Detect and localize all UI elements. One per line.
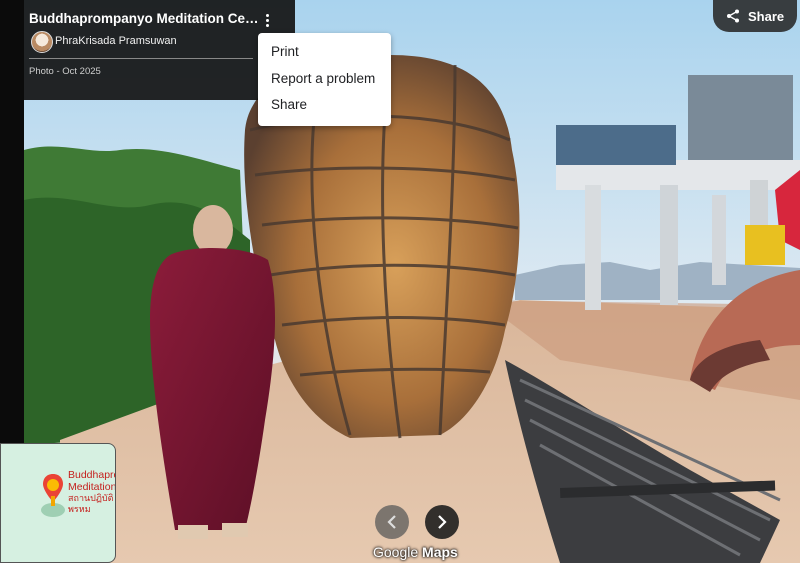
watermark-maps: Maps <box>422 544 458 560</box>
options-menu: Print Report a problem Share <box>258 33 391 126</box>
share-button[interactable]: Share <box>713 0 797 32</box>
map-pin-icon <box>41 474 65 517</box>
chevron-right-icon <box>438 515 447 529</box>
menu-item-share[interactable]: Share <box>271 97 307 112</box>
share-button-label: Share <box>748 9 785 24</box>
watermark-google: Google <box>373 544 419 560</box>
map-place-label-thai: สถานปฏิบัติ พรหมปัญโญ <box>68 493 114 514</box>
next-photo-button[interactable] <box>425 505 459 539</box>
author-name[interactable]: PhraKrisada Pramsuwan <box>55 35 177 47</box>
more-options-icon[interactable] <box>260 12 274 32</box>
map-place-label: Buddhaprompanyo Meditation <box>68 469 116 493</box>
place-title[interactable]: Buddhaprompanyo Meditation Center <box>29 11 259 26</box>
google-maps-watermark: Google Maps <box>373 544 458 560</box>
photo-date: Photo - Oct 2025 <box>29 66 101 77</box>
avatar[interactable] <box>31 31 53 53</box>
share-icon <box>727 9 739 23</box>
menu-item-print[interactable]: Print <box>271 44 299 59</box>
previous-photo-button[interactable] <box>375 505 409 539</box>
divider <box>29 58 253 59</box>
minimap[interactable]: Buddhaprompanyo Meditation สถานปฏิบัติ พ… <box>0 443 116 563</box>
photo-info-card: Buddhaprompanyo Meditation Center PhraKr… <box>24 0 295 100</box>
menu-item-report-problem[interactable]: Report a problem <box>271 71 375 86</box>
chevron-left-icon <box>387 515 396 529</box>
